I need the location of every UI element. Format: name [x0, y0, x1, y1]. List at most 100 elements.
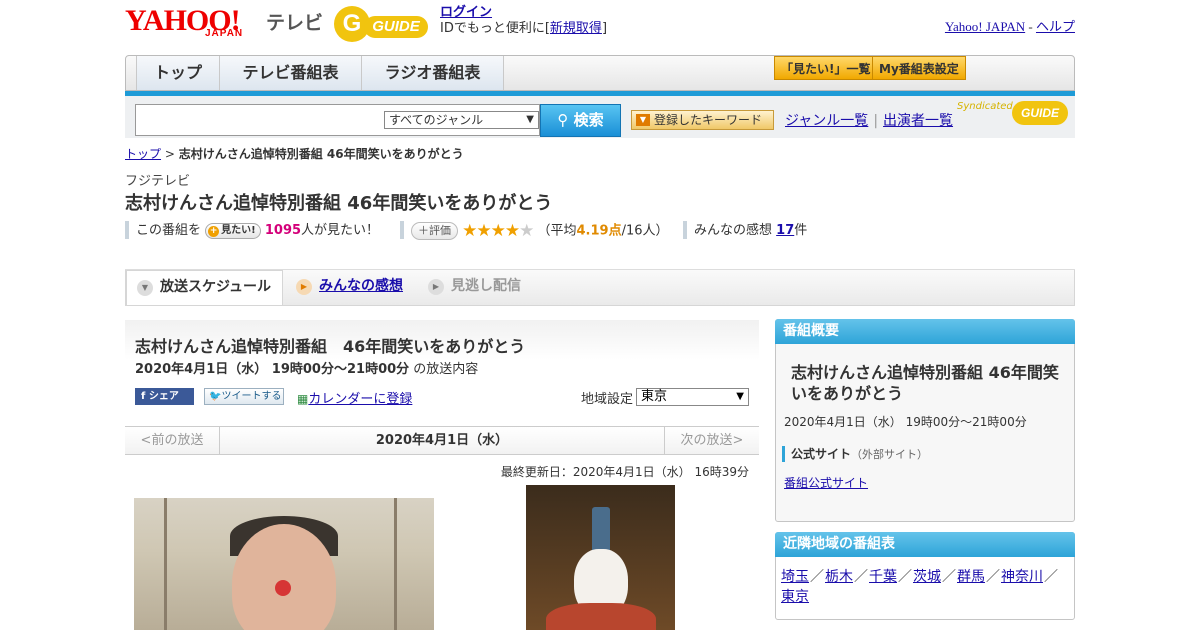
tweet-button[interactable]: 🐦ツイートする — [204, 388, 284, 405]
yahoo-japan-logo-text: JAPAN — [205, 28, 244, 39]
breadcrumb-sep: > — [161, 147, 179, 161]
broadcast-pager: <前の放送 2020年4月1日（水） 次の放送> — [125, 426, 759, 455]
schedule-title: 志村けんさん追悼特別番組 46年間笑いをありがとう — [135, 337, 526, 356]
area-link-ibaraki[interactable]: 茨城 — [913, 569, 941, 585]
register-link[interactable]: 新規取得 — [550, 21, 602, 36]
overview-time: 2020年4月1日（水） 19時00分～21時00分 — [784, 415, 1027, 429]
tv-logo-text[interactable]: テレビ — [266, 8, 323, 35]
mitai-button-label: 見たい! — [221, 224, 256, 236]
impressions-label: みんなの感想 — [694, 223, 773, 238]
area-sep: ／ — [1044, 569, 1058, 585]
my-schedule-button[interactable]: My番組表設定 — [872, 56, 966, 80]
prev-broadcast-button[interactable]: <前の放送 — [125, 427, 220, 454]
program-photo-2 — [526, 485, 675, 630]
yahoo-japan-link[interactable]: Yahoo! JAPAN — [945, 19, 1025, 34]
region-select[interactable]: 東京 ▼ — [636, 388, 749, 406]
help-link[interactable]: ヘルプ — [1036, 19, 1075, 34]
region-label: 地域設定 — [581, 392, 634, 407]
area-link-gunma[interactable]: 群馬 — [957, 569, 985, 585]
tab-broadcast-schedule[interactable]: ▼ 放送スケジュール — [126, 270, 283, 305]
program-photo-1 — [134, 498, 434, 630]
facebook-share-button[interactable]: f シェア — [135, 388, 194, 405]
syndicated-label: Syndicated — [957, 101, 1013, 112]
official-site-link[interactable]: 番組公式サイト — [784, 474, 868, 491]
breadcrumb-current: 志村けんさん追悼特別番組 46年間笑いをありがとう — [178, 147, 464, 161]
registered-keyword-label: 登録したキーワード — [654, 113, 763, 127]
overview-header: 番組概要 — [775, 319, 1075, 344]
area-sep: ／ — [854, 569, 868, 585]
stats-divider — [683, 221, 687, 239]
registered-keyword-button[interactable]: ▼ 登録したキーワード — [631, 110, 774, 130]
gguide-logo[interactable]: G GUIDE — [334, 6, 432, 42]
mitai-stat: この番組を + 見たい! 1095人が見たい！ — [136, 221, 379, 241]
genre-list-link[interactable]: ジャンル一覧 — [785, 113, 868, 129]
official-site-label: 公式サイト — [791, 447, 852, 461]
breadcrumb-top-link[interactable]: トップ — [125, 147, 161, 161]
cast-list-link[interactable]: 出演者一覧 — [883, 113, 953, 129]
tab-label: 放送スケジュール — [160, 279, 272, 295]
mitai-button[interactable]: + 見たい! — [205, 222, 261, 239]
star-filled-icon: ★★★★ — [462, 221, 520, 241]
calendar-plus-icon: ▦ — [297, 392, 309, 406]
avg-count: /16人） — [621, 223, 669, 239]
schedule-datetime-value: 2020年4月1日（水） 19時00分～21時00分 — [135, 362, 410, 377]
facebook-icon: f — [141, 391, 149, 402]
calendar-link[interactable]: カレンダーに登録 — [308, 392, 412, 407]
area-sep: ／ — [810, 569, 824, 585]
red-nose-shape — [275, 580, 291, 596]
area-link-tokyo[interactable]: 東京 — [781, 589, 809, 605]
nav-tab-radio-schedule[interactable]: ラジオ番組表 — [362, 56, 504, 90]
program-overview-panel: 番組概要 志村けんさん追悼特別番組 46年間笑いをありがとう 2020年4月1日… — [775, 319, 1075, 522]
impressions-stat: みんなの感想 17件 — [694, 221, 807, 241]
rate-button-label: 評価 — [429, 224, 451, 237]
area-sep: ／ — [898, 569, 912, 585]
nav-tab-tv-schedule[interactable]: テレビ番組表 — [220, 56, 362, 90]
area-link-tochigi[interactable]: 栃木 — [825, 569, 853, 585]
login-link[interactable]: ログイン — [440, 5, 492, 20]
calendar-register[interactable]: ▦カレンダーに登録 — [297, 388, 412, 407]
search-links: ジャンル一覧 | 出演者一覧 — [785, 110, 953, 130]
program-tabs: ▼ 放送スケジュール ▶ みんなの感想 ▶ 見逃し配信 — [125, 270, 1075, 306]
area-link-kanagawa[interactable]: 神奈川 — [1001, 569, 1043, 585]
page-title: 志村けんさん追悼特別番組 46年間笑いをありがとう — [125, 193, 553, 214]
nav-tab-top[interactable]: トップ — [136, 56, 220, 90]
schedule-datetime-suffix: の放送内容 — [409, 362, 479, 377]
link-separator: | — [873, 113, 879, 129]
program-stats: この番組を + 見たい! 1095人が見たい！ ＋評価 ★★★★★ （平均4.19… — [125, 221, 825, 241]
star-empty-icon: ★ — [519, 221, 534, 241]
plus-icon: + — [208, 225, 220, 237]
official-site-heading: 公式サイト（外部サイト） — [782, 446, 928, 462]
next-broadcast-button[interactable]: 次の放送> — [664, 427, 759, 454]
impressions-count-link[interactable]: 17 — [776, 223, 794, 238]
area-link-saitama[interactable]: 埼玉 — [781, 569, 809, 585]
genre-selected-value: すべてのジャンル — [389, 113, 484, 127]
tab-impressions[interactable]: ▶ みんなの感想 — [286, 270, 416, 305]
rate-button[interactable]: ＋評価 — [411, 222, 458, 240]
tab-label: 見逃し配信 — [451, 278, 521, 294]
chevron-down-icon: ▼ — [137, 280, 153, 296]
play-arrow-icon: ▶ — [296, 279, 312, 295]
chevron-down-icon: ▼ — [526, 114, 534, 125]
dropdown-triangle-icon: ▼ — [636, 114, 650, 126]
mitai-list-button[interactable]: 「見たい!」一覧 — [774, 56, 878, 80]
login-box: ログイン IDでもっと便利に[新規取得] — [440, 5, 607, 37]
syndicated-gguide-logo: GUIDE — [1012, 101, 1068, 125]
search-icon: ⚲ — [557, 111, 574, 129]
schedule-datetime: 2020年4月1日（水） 19時00分～21時00分 の放送内容 — [135, 358, 478, 377]
station-name: フジテレビ — [125, 174, 191, 189]
genre-select[interactable]: すべてのジャンル ▼ — [384, 111, 539, 129]
mitai-prefix: この番組を — [136, 223, 202, 238]
gguide-text: GUIDE — [364, 16, 428, 38]
robe-shape — [546, 603, 656, 630]
tab-catchup-streaming: ▶ 見逃し配信 — [418, 270, 538, 305]
area-link-chiba[interactable]: 千葉 — [869, 569, 897, 585]
search-button[interactable]: ⚲ 検索 — [540, 104, 621, 137]
plus-icon: ＋ — [418, 224, 429, 237]
last-updated: 最終更新日：2020年4月1日（水） 16時39分 — [500, 465, 749, 479]
header-sep: - — [1025, 19, 1036, 34]
mitai-suffix: 人が見たい！ — [301, 223, 380, 238]
rating-stars: ★★★★★ — [462, 221, 534, 241]
main-nav: トップ テレビ番組表 ラジオ番組表 「見たい!」一覧 My番組表設定 — [125, 55, 1075, 91]
nearby-area-list: 埼玉／栃木／千葉／茨城／群馬／神奈川／東京 — [781, 567, 1071, 607]
nearby-regions-panel: 近隣地域の番組表 埼玉／栃木／千葉／茨城／群馬／神奈川／東京 — [775, 532, 1075, 620]
